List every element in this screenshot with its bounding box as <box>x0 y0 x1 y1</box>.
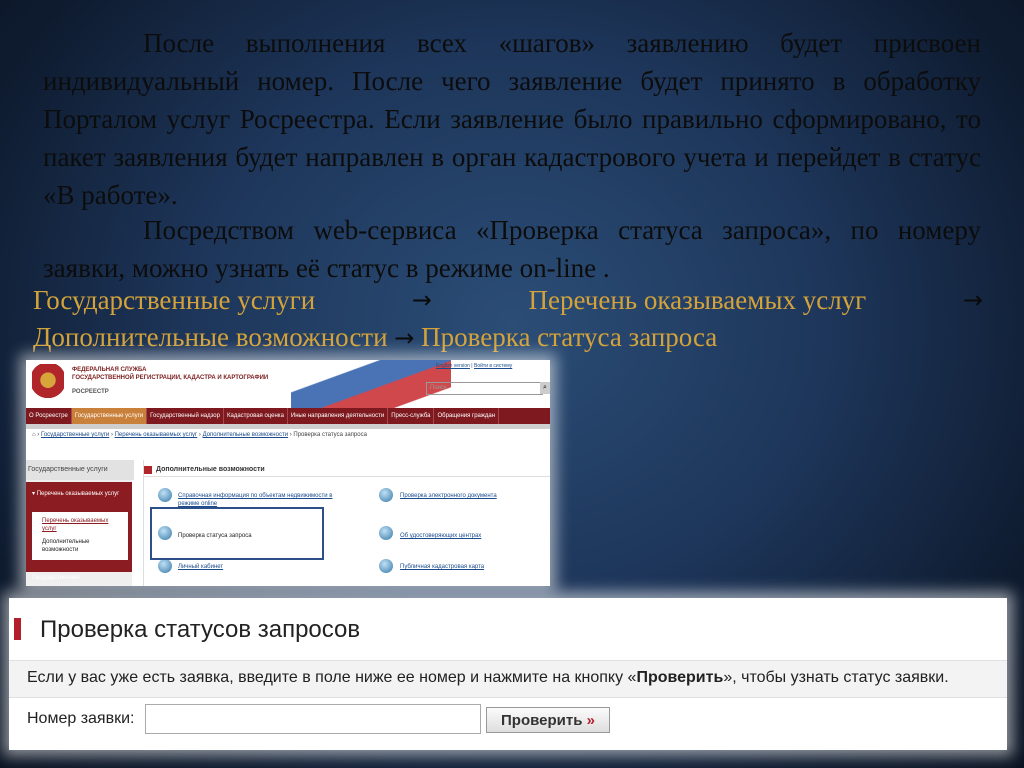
nav-step-gov-services: Государственные услуги <box>33 285 316 315</box>
home-icon[interactable]: ⌂ <box>32 432 36 438</box>
section-title: Дополнительные возможности <box>156 466 265 473</box>
menu-item-about[interactable]: О Росреестре <box>26 408 72 424</box>
menu-item-valuation[interactable]: Кадастровая оценка <box>224 408 288 424</box>
org-name-line-2: ГОСУДАРСТВЕННОЙ РЕГИСТРАЦИИ, КАДАСТРА И … <box>72 375 269 381</box>
breadcrumb-sep: › <box>37 432 40 438</box>
menu-item-supervision[interactable]: Государственный надзор <box>147 408 224 424</box>
item-personal-cabinet[interactable]: Личный кабинет <box>178 563 328 571</box>
paragraph-status-assignment: После выполнения всех «шагов» заявлению … <box>43 24 981 214</box>
globe-icon <box>158 488 172 502</box>
nav-step-status-check: Проверка статуса запроса <box>421 322 718 352</box>
coat-of-arms-logo <box>32 364 64 400</box>
portal-screenshot: ФЕДЕРАЛЬНАЯ СЛУЖБА ГОСУДАРСТВЕННОЙ РЕГИС… <box>26 360 550 586</box>
status-description-bar: Если у вас уже есть заявка, введите в по… <box>9 660 1007 698</box>
menu-underline <box>26 424 550 429</box>
collapse-icon[interactable] <box>144 466 152 474</box>
status-description: Если у вас уже есть заявка, введите в по… <box>27 669 949 687</box>
paragraph-2-text: Посредством web-сервиса «Проверка статус… <box>43 215 981 283</box>
breadcrumb-sep: › <box>198 432 201 438</box>
breadcrumb-extra-features[interactable]: Дополнительные возможности <box>203 432 288 438</box>
portal-search-input[interactable]: Поиск <box>426 382 543 395</box>
breadcrumb-current: Проверка статуса запроса <box>293 432 367 438</box>
sidebar-title[interactable]: Государственные услуги <box>26 460 134 480</box>
request-number-label: Номер заявки: <box>27 710 135 727</box>
sidebar-sub-extra-features[interactable]: Дополнительные возможности <box>42 538 122 554</box>
globe-icon <box>379 559 393 573</box>
description-text-1: Если у вас уже есть заявка, введите в по… <box>27 669 637 686</box>
item-reference-info[interactable]: Справочная информация по объектам недвиж… <box>178 492 353 508</box>
paragraph-1-text: После выполнения всех «шагов» заявлению … <box>43 28 981 210</box>
login-link[interactable]: Войти в систему <box>474 363 512 369</box>
check-button[interactable]: Проверить » <box>486 707 610 733</box>
menu-item-other[interactable]: Иные направления деятельности <box>288 408 389 424</box>
magnifier-icon[interactable]: ⌕ <box>540 382 550 394</box>
sidebar-active-label: Перечень оказываемых услуг <box>36 491 120 497</box>
item-cert-centers[interactable]: Об удостоверяющих центрах <box>400 532 550 540</box>
section-header: Дополнительные возможности <box>144 464 550 477</box>
menu-item-appeals[interactable]: Обращения граждан <box>434 408 500 424</box>
highlight-frame <box>150 507 324 560</box>
breadcrumb-sep: › <box>110 432 113 438</box>
arrow-right-icon: → <box>962 286 983 314</box>
breadcrumb-sep: › <box>289 432 292 438</box>
english-version-link[interactable]: English version <box>436 363 470 369</box>
breadcrumb-services-list[interactable]: Перечень оказываемых услуг <box>115 432 198 438</box>
navigation-path-line-2: Дополнительные возможности → Проверка ст… <box>33 318 983 357</box>
paragraph-web-service: Посредством web-сервиса «Проверка статус… <box>43 211 981 287</box>
arrow-right-icon: → <box>394 324 415 352</box>
item-doc-check[interactable]: Проверка электронного документа <box>400 492 550 500</box>
breadcrumb: ⌂ › Государственные услуги › Перечень ок… <box>32 432 367 438</box>
navigation-path-line-1: Государственные услуги → Перечень оказыв… <box>33 281 983 319</box>
description-text-2: », чтобы узнать статус заявки. <box>723 669 949 686</box>
globe-icon <box>158 559 172 573</box>
globe-icon <box>379 488 393 502</box>
sidebar-item-services-list[interactable]: ▾ Перечень оказываемых услуг <box>32 490 127 498</box>
nav-step-extra-features: Дополнительные возможности <box>33 322 388 352</box>
menu-item-gov-services[interactable]: Государственные услуги <box>71 408 148 424</box>
description-bold: Проверить <box>636 669 724 686</box>
double-arrow-icon: » <box>586 712 595 729</box>
sidebar-sub-services-list[interactable]: Перечень оказываемых услуг <box>42 517 122 533</box>
portal-main-menu: О Росреестре Государственные услуги Госу… <box>26 408 550 424</box>
menu-item-press[interactable]: Пресс-служба <box>388 408 435 424</box>
title-accent-bar <box>14 618 21 640</box>
breadcrumb-gov-services[interactable]: Государственные услуги <box>41 432 109 438</box>
status-panel-title: Проверка статусов запросов <box>40 616 361 643</box>
portal-header: ФЕДЕРАЛЬНАЯ СЛУЖБА ГОСУДАРСТВЕННОЙ РЕГИС… <box>26 360 550 408</box>
org-name-line-1: ФЕДЕРАЛЬНАЯ СЛУЖБА <box>72 367 147 373</box>
top-links: English version | Войти в систему <box>436 363 513 369</box>
org-name-short: РОСРЕЕСТР <box>72 389 109 395</box>
sidebar-submenu: Перечень оказываемых услуг Дополнительны… <box>32 512 128 560</box>
status-check-panel: Проверка статусов запросов Если у вас уж… <box>9 598 1007 750</box>
globe-icon <box>379 526 393 540</box>
check-button-label: Проверить <box>501 712 583 729</box>
arrow-right-icon: → <box>411 286 432 314</box>
sidebar-item-next[interactable]: Государственная <box>32 574 127 582</box>
item-public-map[interactable]: Публичная кадастровая карта <box>400 563 550 571</box>
request-number-input[interactable] <box>145 704 481 734</box>
nav-step-services-list: Перечень оказываемых услуг <box>528 285 867 315</box>
